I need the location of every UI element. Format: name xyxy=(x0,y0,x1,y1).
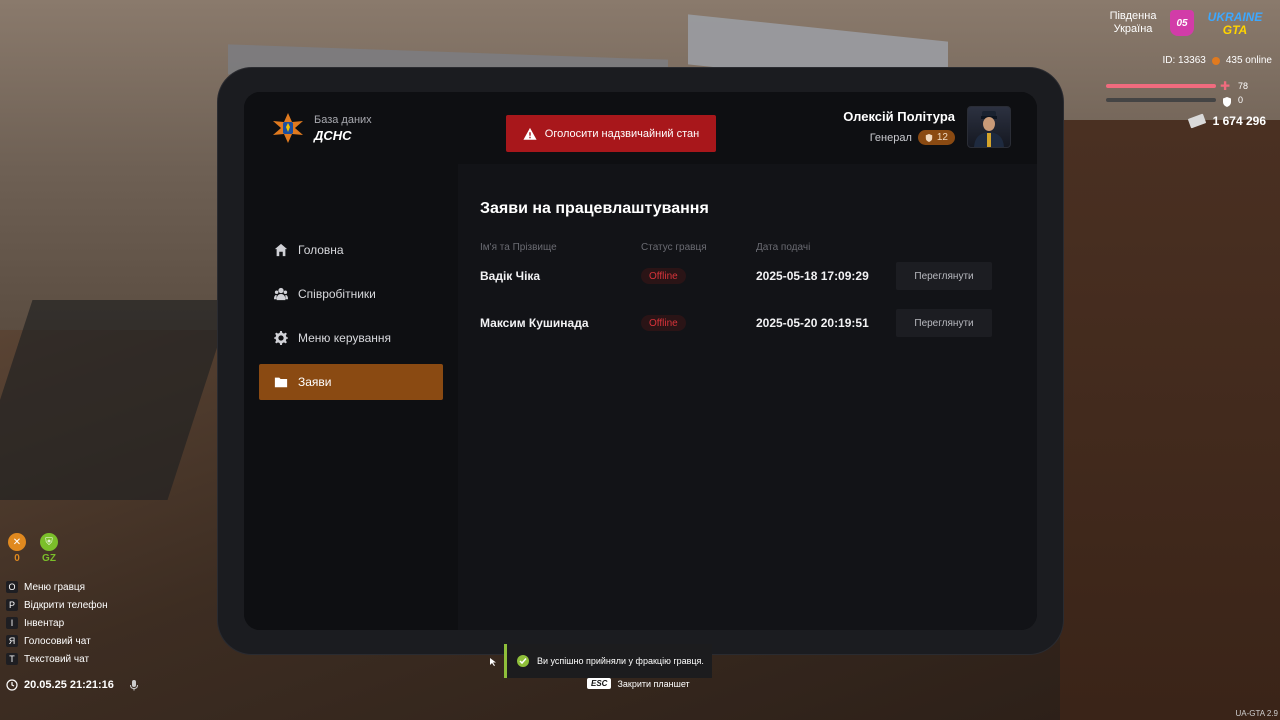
crossed-swords-icon: ✕ xyxy=(8,533,26,551)
table-row: Вадік Чіка Offline 2025-05-18 17:09:29 П… xyxy=(480,261,995,291)
applicant-name: Вадік Чіка xyxy=(480,269,541,283)
key-cap: Я xyxy=(6,635,18,647)
keybind-label: Відкрити телефон xyxy=(24,599,108,611)
mouse-cursor-icon xyxy=(490,658,496,666)
health-value: 78 xyxy=(1238,81,1249,91)
clock-value: 20.05.25 21:21:16 xyxy=(24,679,114,691)
clock-icon xyxy=(6,679,18,691)
money-value: 1 674 296 xyxy=(1212,114,1266,128)
key-cap: P xyxy=(6,599,18,611)
hud-status: Південна Україна 05 UKRAINE GTA ID: 1336… xyxy=(1102,8,1272,129)
online-dot-icon xyxy=(1211,56,1220,65)
online-count: 435 online xyxy=(1225,55,1272,66)
view-button[interactable]: Переглянути xyxy=(896,309,992,337)
keybind-item: I Інвентар xyxy=(6,614,108,632)
column-header-status: Статус гравця xyxy=(641,242,707,253)
column-header-name: Ім'я та Прізвище xyxy=(480,242,557,253)
applicant-name: Максим Кушинада xyxy=(480,316,589,330)
keybind-label: Голосовий чат xyxy=(24,635,91,647)
keybind-item: O Меню гравця xyxy=(6,578,108,596)
stat-value: 0 xyxy=(14,553,20,564)
microphone-icon xyxy=(128,679,140,691)
health-bar xyxy=(1106,84,1216,88)
status-badge: Offline xyxy=(641,268,686,284)
table-row: Максим Кушинада Offline 2025-05-20 20:19… xyxy=(480,308,995,338)
key-cap: O xyxy=(6,581,18,593)
close-tablet-label: Закрити планшет xyxy=(617,678,690,689)
money-icon xyxy=(1187,113,1206,129)
background-cabinet xyxy=(1060,120,1280,720)
region-code-badge: 05 xyxy=(1170,10,1194,36)
keybind-list: O Меню гравця P Відкрити телефон I Інвен… xyxy=(6,578,108,668)
checkmark-icon xyxy=(517,655,529,667)
key-cap: I xyxy=(6,617,18,629)
money-display: 1 674 296 xyxy=(1187,113,1266,129)
esc-key: ESC xyxy=(587,678,612,689)
notification-text: Ви успішно прийняли у фракцію гравця. xyxy=(537,656,704,666)
server-logo: UKRAINE GTA xyxy=(1204,8,1266,40)
health-cross-icon: ✚ xyxy=(1220,79,1231,93)
stat-greenzone: ⛨ GZ xyxy=(40,533,58,564)
view-button[interactable]: Переглянути xyxy=(896,262,992,290)
region-name: Південна Україна xyxy=(1109,10,1157,35)
content-area: Заяви на працевлаштування Ім'я та Прізви… xyxy=(244,92,1037,630)
game-clock: 20.05.25 21:21:16 xyxy=(6,676,140,694)
stat-wanted: ✕ 0 xyxy=(8,533,26,564)
keybind-item: P Відкрити телефон xyxy=(6,596,108,614)
player-id: ID: 13363 xyxy=(1162,55,1206,66)
close-tablet-hint[interactable]: ESC Закрити планшет xyxy=(587,678,690,689)
stat-value: GZ xyxy=(42,553,56,564)
shield-icon: ⛨ xyxy=(40,533,58,551)
notification-toast: Ви успішно прийняли у фракцію гравця. xyxy=(504,644,712,678)
version-label: UA-GTA 2.9 xyxy=(1235,709,1278,718)
status-badge: Offline xyxy=(641,315,686,331)
key-cap: T xyxy=(6,653,18,665)
keybind-label: Текстовий чат xyxy=(24,653,90,665)
armor-value: 0 xyxy=(1238,95,1244,105)
submission-date: 2025-05-18 17:09:29 xyxy=(756,269,869,283)
keybind-item: Я Голосовий чат xyxy=(6,632,108,650)
keybind-label: Меню гравця xyxy=(24,581,86,593)
column-header-date: Дата подачі xyxy=(756,242,811,253)
server-logo-line2: GTA xyxy=(1222,23,1248,37)
keybind-item: T Текстовий чат xyxy=(6,650,108,668)
player-info: ID: 13363 435 online xyxy=(1162,55,1272,66)
player-stats: ✕ 0 ⛨ GZ xyxy=(8,533,58,564)
armor-bar xyxy=(1106,98,1216,102)
submission-date: 2025-05-20 20:19:51 xyxy=(756,316,869,330)
page-title: Заяви на працевлаштування xyxy=(480,200,709,217)
armor-shield-icon xyxy=(1222,94,1232,107)
keybind-label: Інвентар xyxy=(24,617,65,629)
